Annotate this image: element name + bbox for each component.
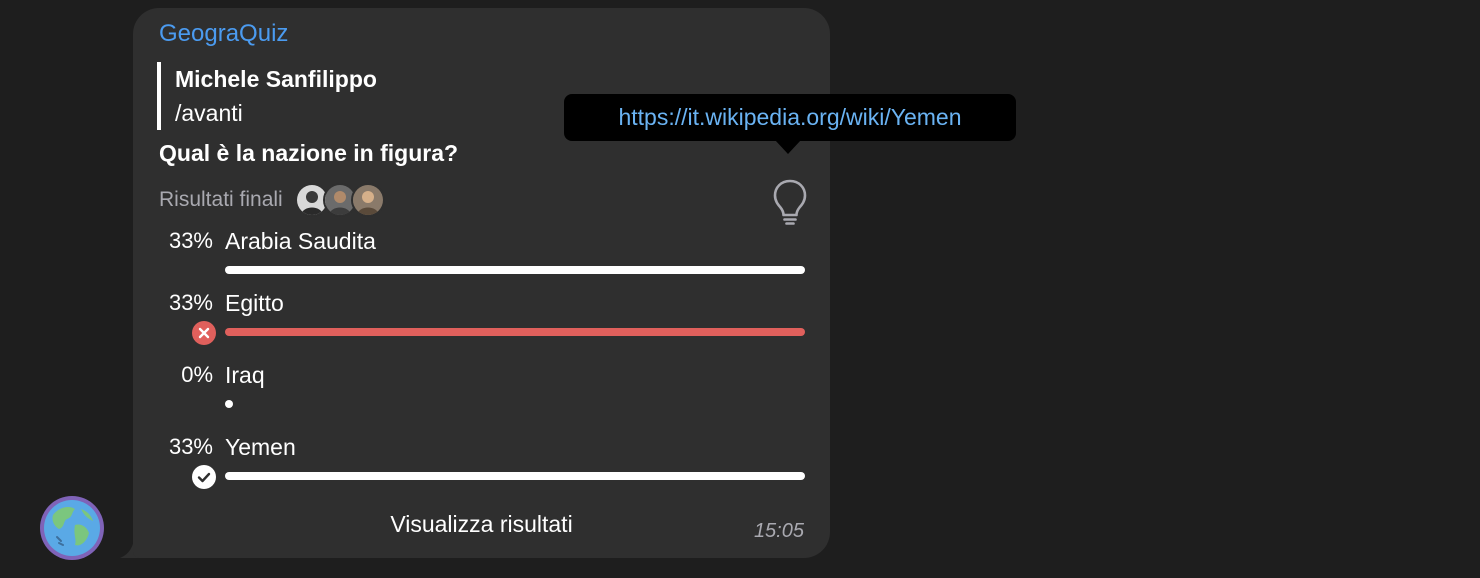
poll-option: 0% Iraq — [133, 362, 830, 424]
poll-option: 33% Egitto — [133, 290, 830, 352]
option-bar — [225, 400, 233, 408]
option-bar-track — [225, 400, 805, 408]
option-label: Yemen — [225, 434, 296, 460]
option-bar-track — [225, 266, 805, 274]
poll-option: 33% Arabia Saudita — [133, 228, 830, 290]
option-percent: 33% — [168, 290, 213, 315]
option-percent: 33% — [168, 434, 213, 459]
bot-avatar[interactable] — [39, 495, 105, 561]
message-time: 15:05 — [753, 520, 804, 542]
poll-status: Risultati finali — [159, 188, 283, 211]
poll-status-row: Risultati finali — [159, 182, 385, 218]
option-bar — [225, 266, 805, 274]
tooltip-link[interactable]: https://it.wikipedia.org/wiki/Yemen — [618, 104, 961, 131]
option-percent: 0% — [181, 362, 213, 387]
option-bar-track — [225, 328, 805, 336]
option-percent: 33% — [168, 228, 213, 253]
option-bar-track — [225, 472, 805, 480]
tooltip-arrow — [775, 140, 801, 154]
option-bar — [225, 472, 805, 480]
view-results-button[interactable]: Visualizza risultati — [133, 511, 830, 538]
check-circle-icon — [192, 465, 216, 489]
reply-author: Michele Sanfilippo — [175, 66, 377, 92]
option-label: Iraq — [225, 362, 265, 388]
reply-text: /avanti — [175, 100, 243, 126]
voter-avatars[interactable] — [294, 183, 385, 217]
voter-avatar — [350, 183, 385, 217]
poll-message-bubble: GeograQuiz Michele Sanfilippo /avanti Qu… — [133, 8, 830, 558]
cross-circle-icon — [192, 321, 216, 345]
globe-icon — [40, 496, 104, 560]
option-label: Arabia Saudita — [225, 228, 376, 254]
hint-button[interactable] — [771, 178, 809, 226]
poll-option: 33% Yemen — [133, 434, 830, 496]
lightbulb-icon — [773, 179, 807, 225]
sender-name[interactable]: GeograQuiz — [159, 20, 288, 48]
poll-question: Qual è la nazione in figura? — [159, 140, 459, 166]
reply-quote[interactable]: Michele Sanfilippo /avanti — [157, 62, 377, 130]
option-bar — [225, 328, 805, 336]
option-label: Egitto — [225, 290, 284, 316]
link-tooltip: https://it.wikipedia.org/wiki/Yemen — [564, 94, 1016, 154]
